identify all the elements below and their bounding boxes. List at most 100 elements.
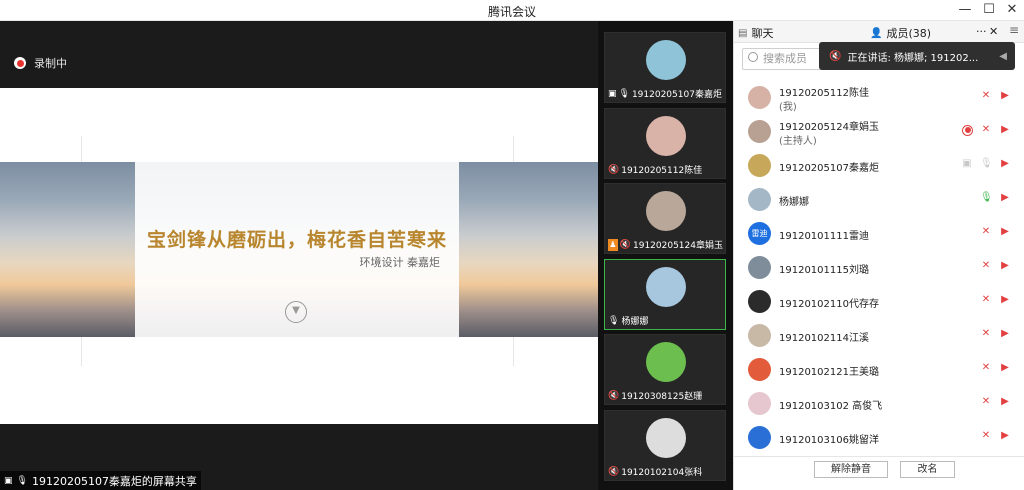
member-name: 19120103106姚留洋 [779, 435, 879, 446]
unmute-button[interactable]: 解除静音 [814, 461, 888, 478]
avatar [748, 256, 771, 279]
panel-footer: 解除静音 改名 [734, 456, 1024, 490]
mic-muted-icon[interactable]: ✕ [980, 294, 992, 306]
video-off-icon[interactable]: ▶ [999, 294, 1011, 306]
record-icon [962, 124, 973, 136]
window-title: 腾讯会议 [487, 5, 536, 19]
video-off-icon[interactable]: ▶ [999, 362, 1011, 374]
member-row[interactable]: 19120103102 高俊飞 ✕ ▶ [734, 387, 1024, 419]
video-name: 19120205107秦嘉炬... [631, 90, 723, 100]
member-row[interactable]: 19120205124章娟玉 (主持人) ✕ ▶ [734, 115, 1024, 147]
video-off-icon[interactable]: ▶ [999, 328, 1011, 340]
mic-muted-icon[interactable]: ✕ [980, 362, 992, 374]
video-tile[interactable]: 🔇 19120308125赵珊 [604, 334, 726, 405]
video-name: 19120205112陈佳 [621, 166, 703, 176]
mic-muted-icon[interactable]: ✕ [980, 226, 992, 238]
close-panel-button[interactable]: ✕ [989, 25, 998, 38]
avatar [748, 120, 771, 143]
avatar [646, 116, 686, 156]
slide-headline: 宝剑锋从磨砺出，梅花香自苦寒来 [146, 229, 447, 251]
tab-members[interactable]: 👤 成员(38) [870, 25, 931, 41]
video-off-icon[interactable]: ▶ [999, 192, 1011, 204]
member-row[interactable]: 19120205107秦嘉炬 ▣ 🎙 ▶ [734, 149, 1024, 181]
video-tile[interactable]: ▣ 🎙 19120205107秦嘉炬... [604, 32, 726, 103]
video-off-icon[interactable]: ▶ [999, 90, 1011, 102]
maximize-button[interactable]: ☐ [978, 1, 1000, 19]
member-name: 19120101115刘璐 [779, 265, 869, 276]
mic-icon: 🎙 [16, 475, 28, 486]
member-row[interactable]: 19120103106姚留洋 ✕ ▶ [734, 421, 1024, 453]
record-icon [14, 57, 26, 69]
mic-muted-icon: 🔇 [619, 239, 631, 250]
mic-icon: 🎙 [618, 88, 630, 99]
avatar [748, 392, 771, 415]
mic-speaking-icon[interactable]: 🎙 [980, 192, 993, 204]
member-row[interactable]: 19120102121王美璐 ✕ ▶ [734, 353, 1024, 385]
tab-members-label: 成员(38) [886, 27, 932, 40]
avatar [748, 324, 771, 347]
mic-muted-icon[interactable]: ✕ [980, 260, 992, 272]
video-off-icon[interactable]: ▶ [999, 158, 1011, 170]
share-caption-text: 19120205107秦嘉炬的屏幕共享 [31, 474, 197, 488]
side-panel: ▤ 聊天 👤 成员(38) ··· ✕ ≡ 搜索成员 🔇 正在讲话: 杨娜娜; … [733, 21, 1024, 490]
chat-icon: ▤ [738, 27, 748, 39]
speaking-tooltip: 🔇 正在讲话: 杨娜娜; 191202... ◀ [819, 42, 1015, 70]
wave-icon: ◀ [999, 50, 1007, 62]
avatar [646, 267, 686, 307]
screen-share-icon: ▣ [962, 158, 972, 169]
member-list: 19120205112陈佳 (我) ✕ ▶ 19120205124章娟玉 (主持人… [734, 81, 1024, 456]
members-icon: 👤 [870, 27, 883, 39]
mic-icon: 🎙 [608, 315, 620, 326]
mic-muted-icon[interactable]: ✕ [980, 430, 992, 442]
member-name: 杨娜娜 [779, 197, 809, 208]
member-row[interactable]: 19120102110代存存 ✕ ▶ [734, 285, 1024, 317]
member-role: (主持人) [779, 136, 817, 147]
video-tile-speaking[interactable]: 🎙 杨娜娜 [604, 259, 726, 330]
avatar: 雷迪 [748, 222, 771, 245]
recording-label: 录制中 [34, 57, 67, 70]
member-name: 19120102121王美璐 [779, 367, 879, 378]
search-placeholder: 搜索成员 [763, 52, 807, 65]
search-icon [748, 52, 758, 62]
screen-share-area: 录制中 宝剑锋从磨砺出，梅花香自苦寒来 环境设计 秦嘉炬 ▼ ▣ 🎙 19120… [0, 21, 598, 490]
mic-muted-icon[interactable]: ✕ [980, 396, 992, 408]
video-off-icon[interactable]: ▶ [999, 124, 1011, 136]
menu-icon[interactable]: ≡ [1006, 23, 1022, 39]
video-tile[interactable]: 🔇 19120205112陈佳 [604, 108, 726, 179]
video-off-icon[interactable]: ▶ [999, 396, 1011, 408]
mic-muted-icon[interactable]: ✕ [980, 328, 992, 340]
close-window-button[interactable]: ✕ [1001, 1, 1023, 19]
member-row[interactable]: 19120102114江溪 ✕ ▶ [734, 319, 1024, 351]
chevron-down-icon: ▼ [285, 301, 307, 323]
minimize-button[interactable]: — [954, 1, 976, 19]
mic-muted-icon: 🔇 [608, 164, 620, 175]
tab-chat[interactable]: ▤ 聊天 [738, 25, 773, 41]
avatar [748, 188, 771, 211]
avatar [646, 342, 686, 382]
video-tile[interactable]: ♟ 🔇 19120205124章娟玉 [604, 183, 726, 254]
video-off-icon[interactable]: ▶ [999, 226, 1011, 238]
mic-muted-icon[interactable]: ✕ [980, 90, 992, 102]
video-name: 19120308125赵珊 [621, 392, 703, 402]
host-icon: ♟ [608, 238, 618, 251]
member-row[interactable]: 19120205112陈佳 (我) ✕ ▶ [734, 81, 1024, 113]
video-tile[interactable]: 🔇 19120102104张科 [604, 410, 726, 481]
more-button[interactable]: ··· [976, 25, 987, 38]
video-off-icon[interactable]: ▶ [999, 430, 1011, 442]
mic-icon[interactable]: 🎙 [980, 158, 993, 170]
avatar [646, 40, 686, 80]
slide-subtitle: 环境设计 秦嘉炬 [359, 256, 441, 269]
member-name: 19120205107秦嘉炬 [779, 163, 879, 174]
rename-button[interactable]: 改名 [900, 461, 955, 478]
mic-muted-icon: 🔇 [829, 50, 842, 62]
screen-share-icon: ▣ [608, 88, 617, 99]
member-row[interactable]: 杨娜娜 🎙 ▶ [734, 183, 1024, 215]
mic-muted-icon[interactable]: ✕ [980, 124, 992, 136]
member-name: 19120205124章娟玉 [779, 122, 879, 133]
video-name: 19120102104张科 [621, 468, 703, 478]
member-name: 19120101111雷迪 [779, 231, 869, 242]
member-row[interactable]: 雷迪 19120101111雷迪 ✕ ▶ [734, 217, 1024, 249]
video-off-icon[interactable]: ▶ [999, 260, 1011, 272]
member-name: 19120102114江溪 [779, 333, 869, 344]
member-row[interactable]: 19120101115刘璐 ✕ ▶ [734, 251, 1024, 283]
